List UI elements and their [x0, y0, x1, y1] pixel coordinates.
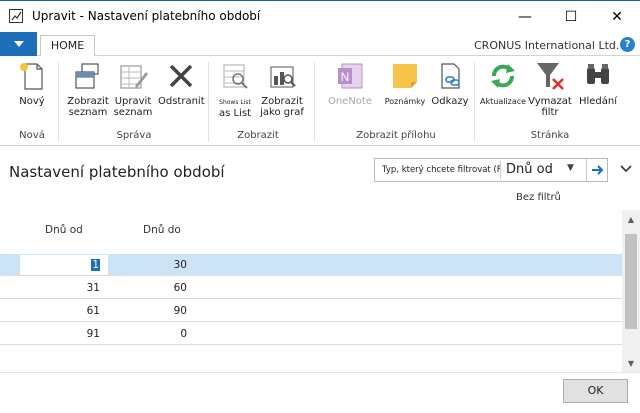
show-as-list-label-2: as List: [219, 108, 251, 119]
delete-label: Odstranit: [158, 96, 205, 107]
find-button[interactable]: Hledání: [576, 60, 620, 107]
close-icon: ✕: [611, 9, 623, 25]
clear-filter-button[interactable]: Vymazat filtr: [528, 60, 572, 118]
expand-chevron-icon[interactable]: [620, 162, 632, 177]
show-list-label-1: Zobrazit: [67, 96, 109, 107]
links-button[interactable]: Odkazy: [430, 60, 470, 107]
window-title: Upravit - Nastavení platebního období: [32, 9, 261, 23]
scroll-down-icon[interactable]: ▼: [622, 354, 640, 372]
notes-label: Poznámky: [384, 97, 426, 106]
show-list-label-2: seznam: [68, 107, 108, 118]
show-as-chart-button[interactable]: Zobrazit jako graf: [260, 60, 304, 118]
edit-list-icon: [120, 65, 148, 89]
group-attach-label: Zobrazit přílohu: [356, 130, 436, 141]
close-button[interactable]: ✕: [594, 3, 640, 31]
show-as-chart-label-2: jako graf: [260, 107, 304, 118]
cell-days-from[interactable]: 61: [20, 305, 100, 317]
maximize-button[interactable]: ☐: [548, 3, 594, 31]
edit-list-label-2: seznam: [113, 107, 153, 118]
filter-apply-button[interactable]: [586, 159, 608, 181]
onenote-label: OneNote: [327, 96, 373, 107]
cell-days-from[interactable]: 91: [20, 328, 100, 340]
group-separator: [314, 62, 315, 142]
filter-divider: [500, 161, 501, 179]
show-as-list-label-1: Shows List: [219, 99, 251, 106]
show-list-button[interactable]: Zobrazit seznam: [64, 60, 112, 118]
filter-box: Typ, který chcete filtrovat (F3) Dnů od …: [374, 158, 608, 182]
tab-home[interactable]: HOME: [40, 35, 95, 57]
clear-filter-icon: [537, 63, 564, 90]
new-label: Nový: [19, 96, 45, 107]
cell-days-to[interactable]: 30: [110, 259, 187, 271]
group-separator: [474, 62, 475, 142]
filter-input[interactable]: Typ, který chcete filtrovat (F3): [382, 165, 500, 175]
clear-filter-label-1: Vymazat: [528, 96, 572, 107]
group-new-label: Nová: [19, 130, 45, 141]
chevron-down-icon[interactable]: ▼: [567, 163, 574, 173]
chart-icon: [270, 66, 296, 88]
cell-days-from-editing[interactable]: 1: [20, 255, 108, 275]
show-as-chart-label-1: Zobrazit: [261, 96, 303, 107]
table-row[interactable]: 1 30: [0, 254, 622, 276]
app-icon: [9, 9, 23, 23]
cell-days-from[interactable]: 31: [20, 282, 100, 294]
refresh-label: Aktualizace: [480, 97, 527, 106]
refresh-button[interactable]: Aktualizace: [480, 60, 526, 107]
new-button[interactable]: Nový: [12, 60, 52, 107]
table-row[interactable]: 61 90: [0, 300, 622, 322]
link-icon: [441, 63, 460, 89]
notes-button[interactable]: Poznámky: [382, 60, 428, 107]
svg-text:N: N: [341, 70, 350, 84]
refresh-icon: [491, 64, 515, 88]
column-header-days-from[interactable]: Dnů od: [45, 224, 83, 236]
filter-field-select[interactable]: Dnů od: [506, 162, 553, 177]
scroll-up-icon[interactable]: ▲: [622, 210, 640, 228]
group-view-label: Zobrazit: [237, 130, 279, 141]
delete-button[interactable]: Odstranit: [158, 60, 205, 107]
maximize-icon: ☐: [564, 9, 578, 25]
column-header-days-to[interactable]: Dnů do: [143, 224, 181, 236]
ribbon: Nový Nová Zobrazit seznam Upravit seznam…: [0, 56, 640, 146]
onenote-icon: N: [338, 63, 363, 89]
find-label: Hledání: [578, 96, 618, 107]
help-button[interactable]: ?: [620, 37, 635, 52]
app-menu-button[interactable]: [0, 32, 37, 56]
clear-filter-label-2: filtr: [541, 107, 559, 118]
cell-days-to[interactable]: 60: [110, 282, 187, 294]
list-view-icon: [75, 63, 99, 89]
table-row[interactable]: 91 0: [0, 323, 622, 345]
group-manage-label: Správa: [116, 130, 152, 141]
show-as-list-button[interactable]: Shows List as List: [212, 60, 258, 119]
group-page-label: Stránka: [530, 130, 570, 141]
ok-button[interactable]: OK: [563, 379, 628, 403]
page-title: Nastavení platebního období: [9, 163, 225, 181]
binoculars-icon: [587, 64, 609, 84]
ribbon-tabs: HOME CRONUS International Ltd. ?: [0, 31, 640, 57]
delete-icon: [169, 64, 193, 88]
new-document-icon: [20, 63, 43, 90]
group-separator: [58, 62, 59, 142]
footer: OK: [0, 372, 640, 413]
title-bar: Upravit - Nastavení platebního období — …: [0, 0, 640, 31]
table-row[interactable]: 31 60: [0, 277, 622, 299]
cell-days-to[interactable]: 90: [110, 305, 187, 317]
company-name[interactable]: CRONUS International Ltd.: [474, 39, 619, 52]
no-filters-label: Bez filtrů: [516, 192, 561, 203]
cell-days-from[interactable]: 1: [91, 259, 100, 271]
cell-days-to[interactable]: 0: [110, 328, 187, 340]
group-separator: [208, 62, 209, 142]
arrow-right-icon: [591, 165, 603, 175]
edit-list-button[interactable]: Upravit seznam: [112, 60, 154, 118]
chevron-down-icon: [13, 41, 24, 47]
scroll-thumb[interactable]: [625, 234, 637, 329]
onenote-button[interactable]: N OneNote: [322, 60, 378, 107]
minimize-icon: —: [518, 9, 532, 25]
minimize-button[interactable]: —: [502, 3, 548, 31]
vertical-scrollbar[interactable]: ▲ ▼: [622, 210, 640, 372]
list-search-icon: [223, 64, 248, 89]
sticky-note-icon: [393, 64, 417, 88]
links-label: Odkazy: [431, 96, 469, 107]
edit-list-label-1: Upravit: [114, 96, 152, 107]
